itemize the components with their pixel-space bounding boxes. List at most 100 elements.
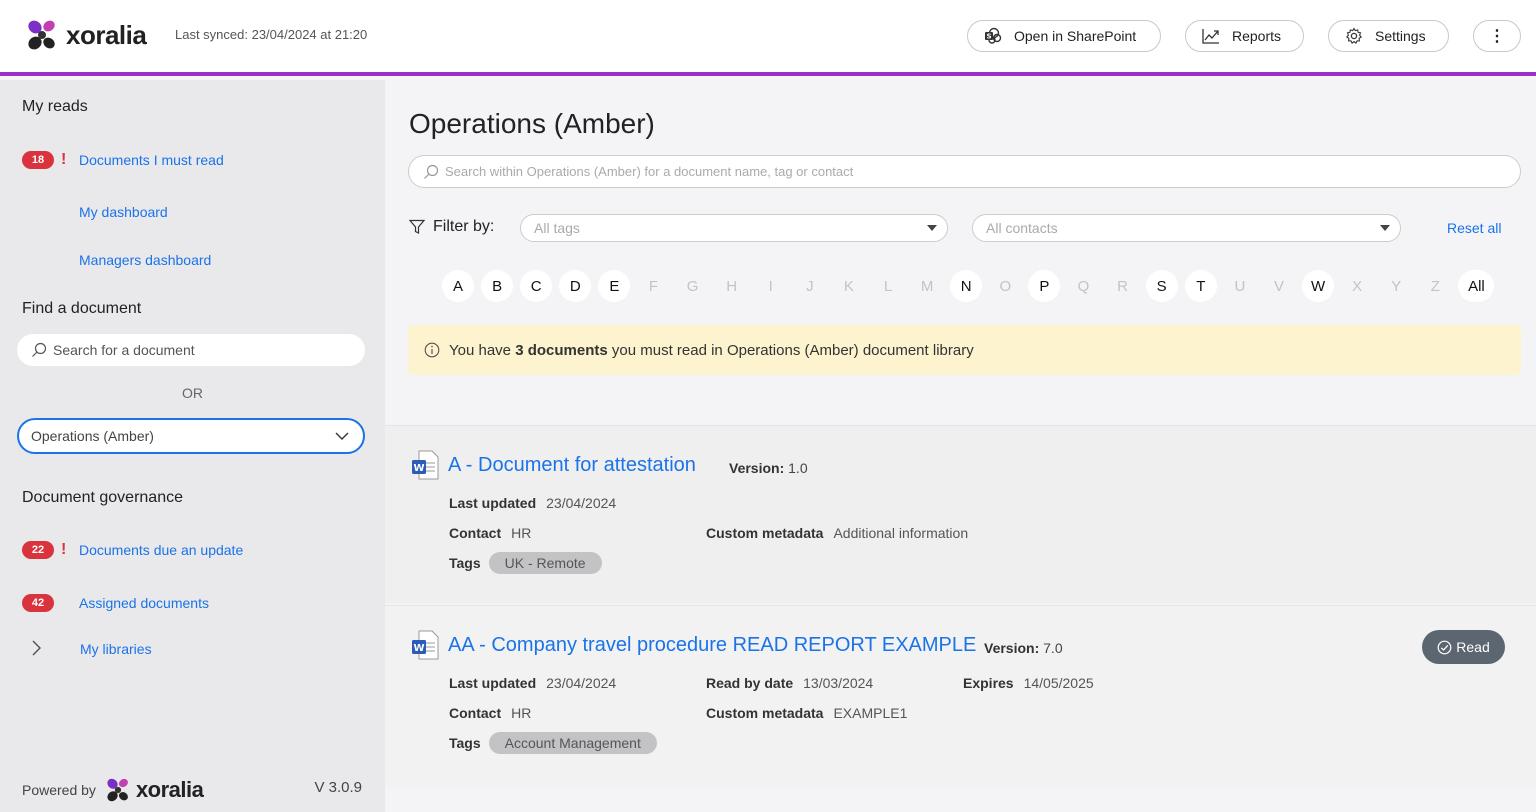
alphabet-letter-z: Z	[1430, 277, 1440, 295]
main-content: Operations (Amber) Search within Operati…	[385, 80, 1536, 812]
sidebar-footer: Powered by xoralia V 3.0.9	[22, 776, 362, 804]
documents-i-must-read-link[interactable]: Documents I must read	[79, 152, 224, 168]
read-status-button[interactable]: Read	[1422, 630, 1505, 664]
sidebar: My reads 18 ! Documents I must read My d…	[0, 80, 385, 812]
reports-button[interactable]: Reports	[1185, 20, 1304, 52]
alphabet-letter-k: K	[843, 277, 854, 295]
alphabet-letter-p[interactable]: P	[1028, 270, 1061, 302]
footer-logo-text: xoralia	[135, 777, 204, 802]
powered-by-text: Powered by	[22, 782, 96, 798]
documents-due-update-link[interactable]: Documents due an update	[79, 542, 243, 558]
caret-down-icon	[1380, 225, 1390, 231]
alphabet-letter-h: H	[726, 277, 738, 295]
filter-by-text: Filter by:	[433, 218, 495, 235]
tags-field: Tags Account Management	[449, 732, 657, 754]
app-version: V 3.0.9	[314, 779, 362, 796]
tags-filter-placeholder: All tags	[534, 220, 580, 236]
filter-by-label: Filter by:	[409, 218, 494, 236]
library-search-input[interactable]: Search within Operations (Amber) for a d…	[408, 155, 1521, 188]
alphabet-letter-v: V	[1273, 277, 1284, 295]
assigned-count-badge: 42	[22, 594, 54, 612]
caret-down-icon	[927, 225, 937, 231]
chevron-right-icon[interactable]	[31, 640, 41, 656]
library-select-value: Operations (Amber)	[31, 428, 154, 444]
alphabet-letter-w[interactable]: W	[1302, 270, 1335, 302]
alphabet-letter-x: X	[1352, 277, 1363, 295]
my-libraries-link[interactable]: My libraries	[80, 641, 152, 657]
settings-label: Settings	[1375, 28, 1426, 44]
alphabet-letter-d[interactable]: D	[559, 270, 592, 302]
my-dashboard-link[interactable]: My dashboard	[79, 204, 168, 220]
contact-field: Contact HR	[449, 525, 532, 541]
gear-icon	[1345, 27, 1363, 44]
document-title-link[interactable]: AA - Company travel procedure READ REPOR…	[448, 634, 976, 657]
my-reads-heading: My reads	[22, 98, 88, 115]
sharepoint-icon: S	[985, 27, 1002, 44]
expires-field: Expires 14/05/2025	[963, 675, 1094, 691]
alert-exclamation-icon: !	[61, 541, 67, 558]
more-vertical-icon: ⋮	[1489, 28, 1505, 45]
alphabet-letter-e[interactable]: E	[598, 270, 631, 302]
open-in-sharepoint-button[interactable]: S Open in SharePoint	[967, 20, 1161, 52]
library-select[interactable]: Operations (Amber)	[17, 418, 365, 454]
notice-text: You have 3 documents you must read in Op…	[449, 341, 974, 359]
chart-line-icon	[1202, 29, 1219, 44]
due-update-count-badge: 22	[22, 541, 54, 559]
last-updated-field: Last updated 23/04/2024	[449, 675, 617, 691]
read-by-date-field: Read by date 13/03/2024	[706, 675, 874, 691]
search-icon	[424, 164, 439, 179]
managers-dashboard-link[interactable]: Managers dashboard	[79, 252, 211, 268]
filter-funnel-icon	[409, 219, 425, 234]
reports-label: Reports	[1232, 28, 1282, 44]
xoralia-flower-icon	[107, 778, 128, 802]
page-title: Operations (Amber)	[409, 108, 655, 139]
sidebar-search-input[interactable]: Search for a document	[17, 334, 365, 366]
contact-field: Contact HR	[449, 705, 532, 721]
custom-metadata-field: Custom metadata EXAMPLE1	[706, 705, 908, 721]
alert-exclamation-icon: !	[61, 151, 67, 168]
logo-text: xoralia	[66, 19, 147, 50]
alphabet-letter-u: U	[1234, 277, 1246, 295]
alphabet-letter-c[interactable]: C	[520, 270, 553, 302]
alphabet-letter-b[interactable]: B	[481, 270, 514, 302]
tag-chip[interactable]: UK - Remote	[488, 552, 602, 574]
document-card: W A - Document for attestation Version: …	[385, 425, 1536, 603]
alphabet-letter-l: L	[883, 277, 893, 295]
check-circle-icon	[1437, 640, 1452, 654]
svg-text:W: W	[413, 463, 424, 474]
must-read-notice: You have 3 documents you must read in Op…	[408, 325, 1521, 375]
svg-text:S: S	[986, 33, 991, 41]
tag-chip[interactable]: Account Management	[488, 732, 657, 754]
custom-metadata-field: Custom metadata Additional information	[706, 525, 969, 541]
svg-text:W: W	[413, 643, 424, 654]
more-options-button[interactable]: ⋮	[1473, 20, 1521, 52]
alphabet-letter-r: R	[1117, 277, 1129, 295]
alphabet-letter-y: Y	[1391, 277, 1402, 295]
alphabet-letter-a[interactable]: A	[442, 270, 474, 302]
alphabet-letter-t[interactable]: T	[1184, 270, 1217, 302]
contacts-filter-dropdown[interactable]: All contacts	[972, 214, 1401, 242]
reset-all-link[interactable]: Reset all	[1447, 220, 1501, 236]
open-in-sharepoint-label: Open in SharePoint	[1014, 28, 1137, 44]
search-icon	[32, 342, 47, 357]
must-read-count-badge: 18	[22, 151, 54, 169]
alphabet-letter-s[interactable]: S	[1145, 270, 1178, 302]
alphabet-filter: A B C D E F G H I J K L M N O P Q R S T U V W X Y Z All	[442, 270, 1502, 302]
read-status-label: Read	[1456, 639, 1490, 655]
sidebar-search-placeholder: Search for a document	[53, 342, 195, 358]
alphabet-letter-j: J	[806, 277, 814, 295]
or-separator: OR	[182, 385, 203, 401]
alphabet-letter-n[interactable]: N	[950, 270, 983, 302]
app-header: xoralia Last synced: 23/04/2024 at 21:20…	[0, 0, 1536, 76]
document-title-link[interactable]: A - Document for attestation	[448, 454, 696, 477]
xoralia-flower-icon	[28, 20, 55, 50]
xoralia-logo[interactable]: xoralia	[24, 17, 147, 53]
alphabet-letter-all[interactable]: All	[1458, 270, 1495, 302]
document-governance-heading: Document governance	[22, 489, 183, 506]
tags-filter-dropdown[interactable]: All tags	[520, 214, 948, 242]
alphabet-letter-i: I	[768, 277, 773, 295]
assigned-documents-link[interactable]: Assigned documents	[79, 595, 209, 611]
settings-button[interactable]: Settings	[1328, 20, 1449, 52]
word-document-icon: W	[412, 630, 439, 660]
last-synced-text: Last synced: 23/04/2024 at 21:20	[175, 27, 368, 42]
